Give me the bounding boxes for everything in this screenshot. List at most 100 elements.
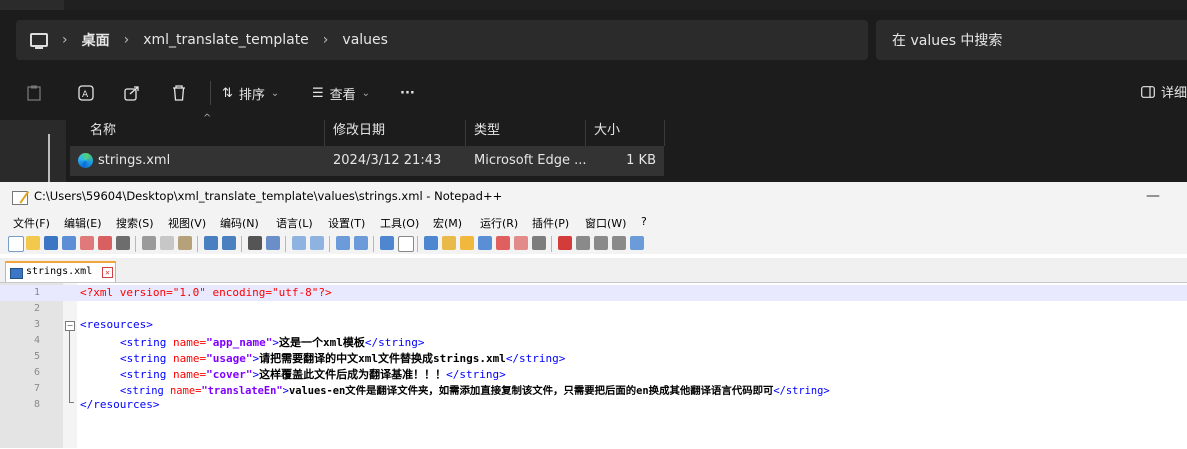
record-macro-icon[interactable]: [558, 236, 572, 250]
this-pc-icon[interactable]: [30, 33, 48, 49]
menu-tools[interactable]: 工具(O): [380, 215, 419, 231]
zoom-in-icon[interactable]: [292, 236, 306, 250]
details-pane-button[interactable]: 详细: [1141, 82, 1187, 101]
play-macro-icon[interactable]: [594, 236, 608, 250]
breadcrumb-values[interactable]: values: [342, 32, 388, 48]
column-divider[interactable]: [324, 120, 325, 146]
title-bar[interactable]: C:\Users\59604\Desktop\xml_translate_tem…: [0, 182, 1187, 212]
fold-toggle-icon[interactable]: −: [65, 321, 75, 331]
tab-strings-xml[interactable]: strings.xml ✕: [5, 261, 116, 282]
function-list-icon[interactable]: [496, 236, 510, 250]
window-title: C:\Users\59604\Desktop\xml_translate_tem…: [34, 189, 503, 203]
sort-button[interactable]: ⇅ 排序 ⌄: [222, 78, 279, 108]
indent-guide-icon[interactable]: [424, 236, 438, 250]
more-options-button[interactable]: ···: [400, 78, 415, 108]
view-icon: ☰: [312, 85, 324, 101]
attr-name: name=: [166, 368, 207, 381]
attr-name: name=: [163, 385, 202, 397]
menu-view[interactable]: 视图(V): [168, 215, 206, 231]
delete-button[interactable]: [172, 78, 186, 108]
file-modified: 2024/3/12 21:43: [333, 153, 442, 168]
menu-search[interactable]: 搜索(S): [116, 215, 154, 231]
address-bar[interactable]: › 桌面 › xml_translate_template › values: [16, 20, 868, 60]
menu-run[interactable]: 运行(R): [480, 215, 518, 231]
open-file-icon[interactable]: [26, 236, 40, 250]
code-line-7[interactable]: 7 <string name="translateEn">values-en文件…: [0, 381, 1187, 397]
cut-icon[interactable]: [142, 236, 156, 250]
save-icon[interactable]: [44, 236, 58, 250]
menu-macro[interactable]: 宏(M): [433, 215, 462, 231]
code-line-5[interactable]: 5 <string name="usage">请把需要翻译的中文xml文件替换成…: [0, 349, 1187, 365]
copy-icon[interactable]: [160, 236, 174, 250]
rename-icon: A: [78, 85, 94, 101]
new-file-icon[interactable]: [8, 236, 24, 252]
paste-button[interactable]: [27, 78, 41, 108]
chevron-right-icon[interactable]: ›: [62, 32, 68, 48]
menu-settings[interactable]: 设置(T): [328, 215, 365, 231]
stop-macro-icon[interactable]: [576, 236, 590, 250]
explorer-tab[interactable]: [0, 0, 64, 10]
menu-help[interactable]: ?: [641, 215, 647, 228]
share-button[interactable]: [124, 78, 140, 108]
attr-name: name=: [166, 352, 207, 365]
column-type[interactable]: 类型: [474, 116, 500, 146]
find-icon[interactable]: [248, 236, 262, 250]
search-input[interactable]: 在 values 中搜索: [876, 20, 1187, 60]
code-line-3[interactable]: 3 <resources>: [0, 317, 1187, 333]
file-row[interactable]: strings.xml 2024/3/12 21:43 Microsoft Ed…: [70, 146, 664, 176]
sync-horizontal-icon[interactable]: [354, 236, 368, 250]
code-line-4[interactable]: 4 <string name="app_name">这是一个xml模板</str…: [0, 333, 1187, 349]
view-button[interactable]: ☰ 查看 ⌄: [312, 78, 370, 108]
string-entry: <string name="cover">这样覆盖此文件后成为翻译基准！！！</…: [120, 366, 506, 382]
code-editor[interactable]: 1 <?xml version="1.0" encoding="utf-8"?>…: [0, 283, 1187, 448]
print-icon[interactable]: [116, 236, 130, 250]
save-all-icon[interactable]: [62, 236, 76, 250]
column-size[interactable]: 大小: [594, 116, 620, 146]
rename-button[interactable]: A: [78, 78, 94, 108]
zoom-out-icon[interactable]: [310, 236, 324, 250]
paste-icon[interactable]: [178, 236, 192, 250]
resources-close-tag: </resources>: [80, 398, 160, 411]
code-line-1[interactable]: 1 <?xml version="1.0" encoding="utf-8"?>: [0, 285, 1187, 301]
menu-file[interactable]: 文件(F): [13, 215, 50, 231]
tab-close-icon[interactable]: ✕: [102, 267, 113, 278]
close-icon[interactable]: [80, 236, 94, 250]
column-name[interactable]: 名称: [90, 116, 116, 146]
minimize-button[interactable]: —: [1146, 188, 1160, 204]
redo-icon[interactable]: [222, 236, 236, 250]
menu-encoding[interactable]: 编码(N): [220, 215, 259, 231]
chevron-right-icon[interactable]: ›: [323, 32, 329, 48]
breadcrumb-desktop[interactable]: 桌面: [82, 30, 110, 50]
menu-language[interactable]: 语言(L): [276, 215, 313, 231]
code-line-8[interactable]: 8 </resources>: [0, 397, 1187, 413]
menu-plugins[interactable]: 插件(P): [532, 215, 569, 231]
saved-file-icon: [10, 268, 23, 279]
run-macro-multiple-icon[interactable]: [612, 236, 626, 250]
word-wrap-icon[interactable]: [380, 236, 394, 250]
column-modified[interactable]: 修改日期: [333, 116, 385, 146]
column-divider[interactable]: [465, 120, 466, 146]
column-divider[interactable]: [664, 120, 665, 146]
undo-icon[interactable]: [204, 236, 218, 250]
doc-map-icon[interactable]: [460, 236, 474, 250]
menu-edit[interactable]: 编辑(E): [64, 215, 102, 231]
close-tag: </string>: [505, 352, 566, 365]
breadcrumb-xml-translate-template[interactable]: xml_translate_template: [143, 32, 309, 48]
close-tag: </string>: [446, 368, 506, 381]
toolbar-divider: [551, 236, 552, 252]
column-divider[interactable]: [585, 120, 586, 146]
save-macro-icon[interactable]: [630, 236, 644, 250]
code-line-6[interactable]: 6 <string name="cover">这样覆盖此文件后成为翻译基准！！！…: [0, 365, 1187, 381]
close-all-icon[interactable]: [98, 236, 112, 250]
sync-vertical-icon[interactable]: [336, 236, 350, 250]
monitoring-icon[interactable]: [532, 236, 546, 250]
show-all-chars-icon[interactable]: [398, 236, 414, 252]
folder-workspace-icon[interactable]: [514, 236, 528, 250]
language-icon[interactable]: [442, 236, 456, 250]
doc-list-icon[interactable]: [478, 236, 492, 250]
menu-window[interactable]: 窗口(W): [585, 215, 626, 231]
replace-icon[interactable]: [266, 236, 280, 250]
string-text: values-en文件是翻译文件夹，如需添加直接复制该文件，只需要把后面的en换…: [288, 385, 774, 397]
code-line-2[interactable]: 2: [0, 301, 1187, 317]
chevron-right-icon[interactable]: ›: [124, 32, 130, 48]
